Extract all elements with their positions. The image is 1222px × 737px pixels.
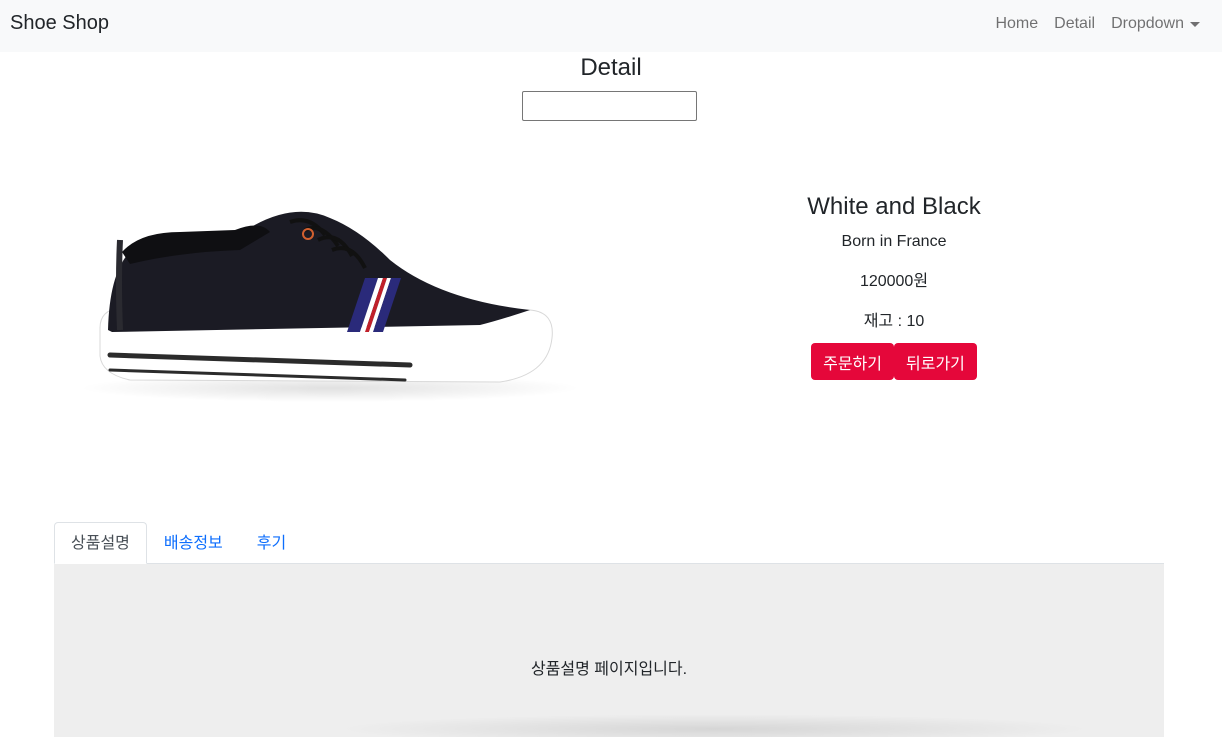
shoe-image: [80, 211, 580, 402]
tab-reviews[interactable]: 후기: [240, 522, 303, 564]
product-name: White and Black: [807, 193, 981, 220]
content-shadow: [334, 714, 1094, 737]
detail-text-input[interactable]: [522, 91, 697, 121]
nav-dropdown-label: Dropdown: [1111, 15, 1184, 32]
tab-shipping[interactable]: 배송정보: [147, 522, 240, 564]
chevron-down-icon: [1190, 22, 1200, 27]
product-image: [60, 160, 600, 420]
nav-links: Home Detail Dropdown: [995, 15, 1200, 33]
product-stock: 재고 : 10: [863, 313, 925, 330]
product-info: White and Black Born in France 120000원 재…: [700, 192, 1088, 380]
nav-home-link[interactable]: Home: [995, 15, 1038, 33]
tab-content-text: 상품설명 페이지입니다.: [530, 661, 688, 678]
brand-link[interactable]: Shoe Shop: [10, 12, 109, 35]
navbar: Shoe Shop Home Detail Dropdown: [0, 0, 1222, 52]
nav-dropdown-toggle[interactable]: Dropdown: [1111, 15, 1200, 33]
tab-description[interactable]: 상품설명: [54, 522, 147, 564]
tab-bar: 상품설명 배송정보 후기: [54, 522, 1164, 564]
order-button[interactable]: 주문하기: [811, 343, 894, 380]
page-title: Detail: [580, 54, 642, 81]
product-origin: Born in France: [841, 233, 947, 250]
nav-detail-link[interactable]: Detail: [1054, 15, 1095, 33]
button-row: 주문하기 뒤로가기: [700, 343, 1088, 380]
back-button[interactable]: 뒤로가기: [894, 343, 977, 380]
product-price: 120000원: [859, 273, 929, 290]
tab-content: 상품설명 페이지입니다.: [54, 564, 1164, 737]
